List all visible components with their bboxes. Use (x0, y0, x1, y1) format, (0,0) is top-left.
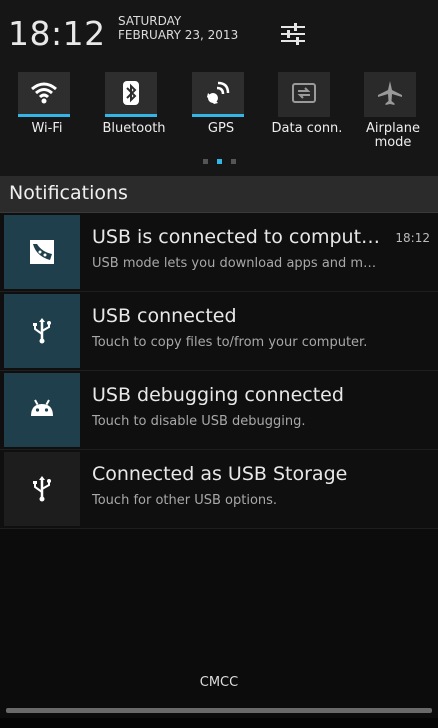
data-connection-icon (292, 83, 316, 103)
qs-bluetooth-label: Bluetooth (102, 121, 166, 136)
clock: 18:12 (8, 14, 106, 53)
qs-wifi[interactable]: Wi-Fi (4, 68, 90, 158)
notification-icon-box (4, 215, 80, 289)
qs-gps-label: GPS (207, 121, 235, 136)
bottom-edge (0, 718, 438, 728)
qs-data[interactable]: Data conn. (264, 68, 350, 158)
page-dot-active (217, 159, 222, 164)
qs-bluetooth[interactable]: Bluetooth (91, 68, 177, 158)
usb-icon (33, 318, 51, 344)
quick-settings: Wi-Fi Bluetooth GPS Data conn. Airplane … (0, 68, 438, 158)
qs-gps-tile[interactable] (192, 72, 244, 117)
qs-data-tile[interactable] (278, 72, 330, 117)
notification-icon-box (4, 452, 80, 526)
notification-time: 18:12 (395, 231, 430, 245)
wifi-icon (31, 82, 57, 104)
notification-subtitle: Touch for other USB options. (92, 493, 278, 508)
qs-airplane[interactable]: Airplane mode (350, 68, 436, 158)
page-dot (231, 159, 236, 164)
qs-gps[interactable]: GPS (178, 68, 264, 158)
qs-wifi-label: Wi-Fi (31, 121, 63, 136)
qs-wifi-tile[interactable] (18, 72, 70, 117)
notifications-header: Notifications (0, 176, 438, 213)
usb-icon (33, 476, 51, 502)
notifications-title: Notifications (9, 182, 128, 204)
page-dot (203, 159, 208, 164)
notification-icon-box (4, 373, 80, 447)
carrier-label: CMCC (199, 675, 239, 690)
notification-title: Connected as USB Storage (92, 463, 348, 485)
qs-airplane-label: Airplane mode (366, 121, 420, 150)
notification-usb-connected[interactable]: USB connected Touch to copy files to/fro… (0, 292, 438, 371)
notification-title: USB debugging connected (92, 384, 344, 406)
notification-usb-storage[interactable]: Connected as USB Storage Touch for other… (0, 450, 438, 529)
qs-data-label: Data conn. (271, 121, 343, 136)
date-display: SATURDAY FEBRUARY 23, 2013 (118, 14, 238, 42)
usb-app-icon (30, 240, 54, 264)
date: FEBRUARY 23, 2013 (118, 28, 239, 42)
notification-title: USB connected (92, 305, 237, 327)
qs-bluetooth-tile[interactable] (105, 72, 157, 117)
android-icon (31, 399, 53, 416)
notification-title: USB is connected to comput… (92, 226, 381, 248)
weekday: SATURDAY (118, 14, 182, 28)
airplane-icon (378, 81, 402, 105)
notification-usb-debugging[interactable]: USB debugging connected Touch to disable… (0, 371, 438, 450)
bluetooth-icon (123, 81, 139, 105)
sliders-icon[interactable] (280, 22, 306, 46)
gps-icon (207, 81, 230, 104)
notification-subtitle: Touch to copy files to/from your compute… (92, 335, 368, 350)
notification-subtitle: USB mode lets you download apps and m… (92, 256, 377, 271)
drag-handle[interactable] (6, 708, 432, 713)
status-header: 18:12 SATURDAY FEBRUARY 23, 2013 Wi-Fi B… (0, 0, 438, 176)
qs-airplane-tile[interactable] (364, 72, 416, 117)
notification-usb-app[interactable]: USB is connected to comput… USB mode let… (0, 213, 438, 292)
notification-icon-box (4, 294, 80, 368)
notification-subtitle: Touch to disable USB debugging. (92, 414, 306, 429)
